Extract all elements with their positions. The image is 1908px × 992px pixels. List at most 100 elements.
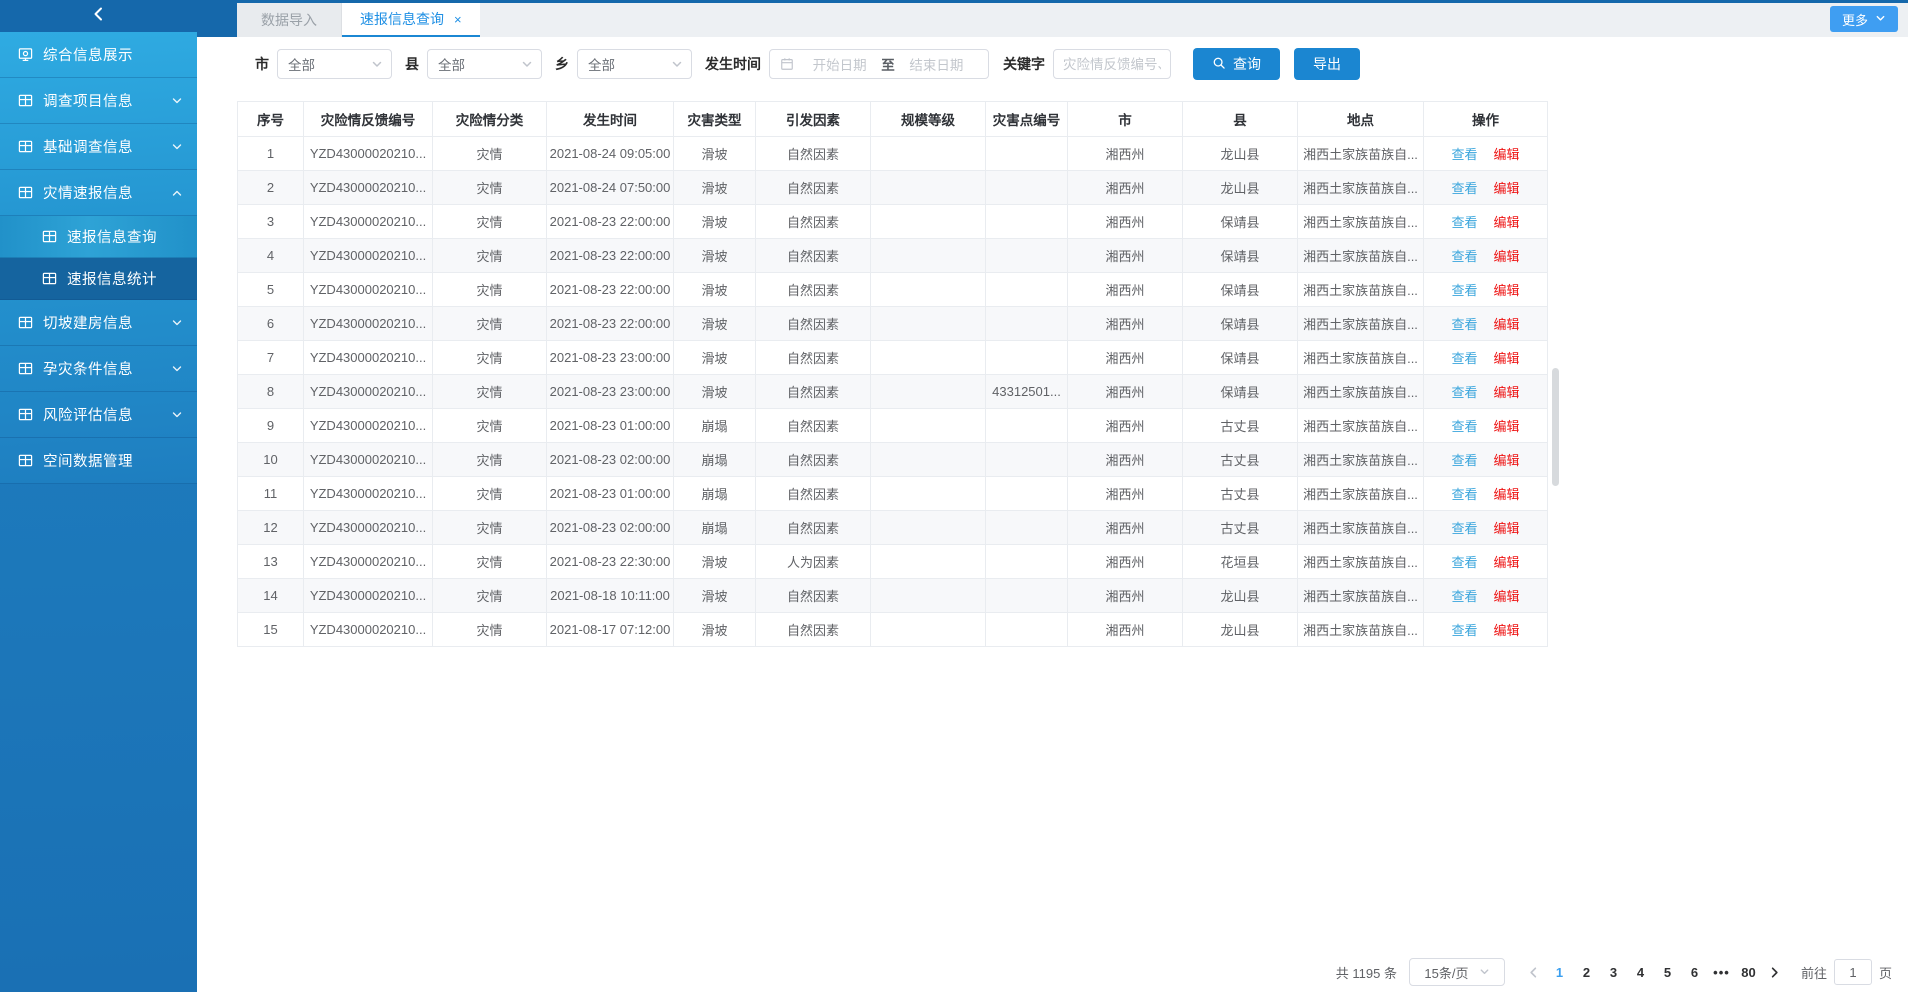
edit-link[interactable]: 编辑: [1494, 589, 1520, 604]
cell-actions: 查看 编辑: [1424, 171, 1548, 205]
edit-link[interactable]: 编辑: [1494, 215, 1520, 230]
table-icon: [18, 185, 33, 200]
edit-link[interactable]: 编辑: [1494, 623, 1520, 638]
pager-page-2[interactable]: 2: [1573, 965, 1600, 980]
start-date-placeholder[interactable]: 开始日期: [798, 54, 881, 74]
sidebar-subitem-3-0[interactable]: 速报信息查询: [0, 216, 197, 258]
page-size-select[interactable]: 15条/页: [1409, 958, 1505, 986]
cell-location: 湘西土家族苗族自...: [1298, 205, 1424, 239]
cell-factor: 人为因素: [756, 545, 871, 579]
sidebar: 综合信息展示调查项目信息基础调查信息灾情速报信息速报信息查询速报信息统计切坡建房…: [0, 0, 197, 992]
view-link[interactable]: 查看: [1451, 555, 1477, 570]
sidebar-item-7[interactable]: 空间数据管理: [0, 438, 197, 484]
sidebar-item-0[interactable]: 综合信息展示: [0, 32, 197, 78]
view-link[interactable]: 查看: [1451, 419, 1477, 434]
sidebar-item-4[interactable]: 切坡建房信息: [0, 300, 197, 346]
more-button[interactable]: 更多: [1830, 6, 1898, 32]
town-select-value: 全部: [588, 54, 615, 74]
edit-link[interactable]: 编辑: [1494, 181, 1520, 196]
view-link[interactable]: 查看: [1451, 589, 1477, 604]
view-link[interactable]: 查看: [1451, 215, 1477, 230]
sidebar-item-1[interactable]: 调查项目信息: [0, 78, 197, 124]
city-select[interactable]: 全部: [277, 49, 392, 79]
edit-link[interactable]: 编辑: [1494, 453, 1520, 468]
cell-location: 湘西土家族苗族自...: [1298, 137, 1424, 171]
tab-data-import[interactable]: 数据导入: [237, 3, 342, 37]
pager-ellipsis[interactable]: •••: [1708, 965, 1735, 980]
edit-link[interactable]: 编辑: [1494, 249, 1520, 264]
sidebar-item-label: 孕灾条件信息: [43, 358, 133, 379]
cell-time: 2021-08-23 23:00:00: [547, 341, 674, 375]
chevron-down-icon: [671, 58, 683, 70]
tab-report-query[interactable]: 速报信息查询 ×: [342, 3, 480, 37]
cell-actions: 查看 编辑: [1424, 613, 1548, 647]
edit-link[interactable]: 编辑: [1494, 419, 1520, 434]
cell-point_code: [986, 273, 1068, 307]
export-button[interactable]: 导出: [1294, 48, 1360, 80]
cell-actions: 查看 编辑: [1424, 511, 1548, 545]
view-link[interactable]: 查看: [1451, 147, 1477, 162]
table-body: 1YZD43000020210...灾情2021-08-24 09:05:00滑…: [238, 137, 1548, 647]
edit-link[interactable]: 编辑: [1494, 147, 1520, 162]
view-link[interactable]: 查看: [1451, 317, 1477, 332]
table-header-row: 序号灾险情反馈编号灾险情分类发生时间灾害类型引发因素规模等级灾害点编号市县地点操…: [238, 102, 1548, 137]
view-link[interactable]: 查看: [1451, 351, 1477, 366]
tab-label: 速报信息查询: [360, 9, 444, 29]
sidebar-collapse-button[interactable]: [0, 0, 197, 32]
edit-link[interactable]: 编辑: [1494, 283, 1520, 298]
tab-label: 数据导入: [261, 10, 317, 30]
search-button[interactable]: 查询: [1193, 48, 1280, 80]
cell-actions: 查看 编辑: [1424, 239, 1548, 273]
column-header: 序号: [238, 102, 304, 137]
view-link[interactable]: 查看: [1451, 487, 1477, 502]
sidebar-item-5[interactable]: 孕灾条件信息: [0, 346, 197, 392]
edit-link[interactable]: 编辑: [1494, 351, 1520, 366]
pager-prev-icon[interactable]: [1527, 966, 1540, 979]
view-link[interactable]: 查看: [1451, 521, 1477, 536]
table-row: 10YZD43000020210...灾情2021-08-23 02:00:00…: [238, 443, 1548, 477]
cell-factor: 自然因素: [756, 171, 871, 205]
view-link[interactable]: 查看: [1451, 249, 1477, 264]
export-button-label: 导出: [1313, 54, 1341, 74]
edit-link[interactable]: 编辑: [1494, 521, 1520, 536]
cell-factor: 自然因素: [756, 307, 871, 341]
pager-page-80[interactable]: 80: [1735, 965, 1762, 980]
county-select[interactable]: 全部: [427, 49, 542, 79]
pager-page-4[interactable]: 4: [1627, 965, 1654, 980]
content-panel: 市 全部 县 全部 乡 全部 发生时间: [197, 37, 1908, 992]
edit-link[interactable]: 编辑: [1494, 317, 1520, 332]
chevron-down-icon: [1875, 12, 1886, 27]
pager-page-3[interactable]: 3: [1600, 965, 1627, 980]
cell-actions: 查看 编辑: [1424, 579, 1548, 613]
cell-category: 灾情: [433, 137, 547, 171]
total-count: 共 1195 条: [1336, 963, 1397, 982]
date-range-picker[interactable]: 开始日期 至 结束日期: [769, 49, 989, 79]
cell-county: 古丈县: [1183, 409, 1298, 443]
pager-page-5[interactable]: 5: [1654, 965, 1681, 980]
view-link[interactable]: 查看: [1451, 623, 1477, 638]
cell-code: YZD43000020210...: [304, 205, 433, 239]
edit-link[interactable]: 编辑: [1494, 487, 1520, 502]
keyword-input[interactable]: [1053, 49, 1171, 79]
pager-page-1[interactable]: 1: [1546, 965, 1573, 980]
pager-page-6[interactable]: 6: [1681, 965, 1708, 980]
edit-link[interactable]: 编辑: [1494, 555, 1520, 570]
sidebar-item-6[interactable]: 风险评估信息: [0, 392, 197, 438]
sidebar-item-3[interactable]: 灾情速报信息: [0, 170, 197, 216]
cell-type: 滑坡: [674, 273, 756, 307]
view-link[interactable]: 查看: [1451, 453, 1477, 468]
end-date-placeholder[interactable]: 结束日期: [895, 54, 978, 74]
view-link[interactable]: 查看: [1451, 385, 1477, 400]
sidebar-item-2[interactable]: 基础调查信息: [0, 124, 197, 170]
pager-next-icon[interactable]: [1768, 966, 1781, 979]
cell-scale: [871, 613, 986, 647]
view-link[interactable]: 查看: [1451, 181, 1477, 196]
edit-link[interactable]: 编辑: [1494, 385, 1520, 400]
close-icon[interactable]: ×: [454, 12, 462, 27]
town-select[interactable]: 全部: [577, 49, 692, 79]
cell-city: 湘西州: [1068, 443, 1183, 477]
goto-page-input[interactable]: [1834, 959, 1872, 985]
sidebar-subitem-3-1[interactable]: 速报信息统计: [0, 258, 197, 300]
view-link[interactable]: 查看: [1451, 283, 1477, 298]
vertical-scrollbar-thumb[interactable]: [1552, 368, 1559, 486]
